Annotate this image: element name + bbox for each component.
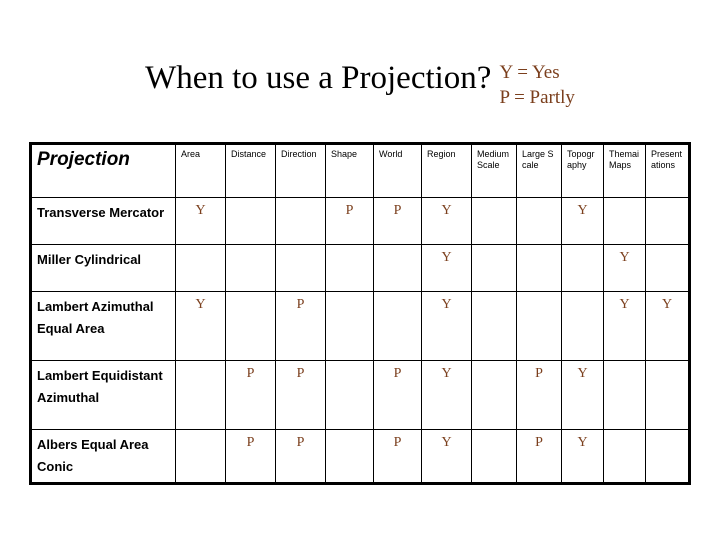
cell-value: P [275, 291, 326, 361]
row-label-projection-name: Transverse Mercator [29, 197, 176, 245]
cell-value: Y [603, 291, 646, 361]
page-title: When to use a Projection? [145, 60, 492, 96]
cell-value: Y [645, 291, 691, 361]
cell-value [471, 197, 517, 245]
cell-value: Y [421, 291, 472, 361]
table-row: Miller Cylindrical Y Y [29, 244, 691, 292]
cell-value [561, 244, 604, 292]
cell-value: Y [561, 197, 604, 245]
cell-value: P [516, 360, 562, 430]
row-label-projection-name: Lambert Azimuthal Equal Area [29, 291, 176, 361]
cell-value: P [373, 360, 422, 430]
cell-value: Y [603, 244, 646, 292]
cell-value [325, 244, 374, 292]
cell-value [471, 244, 517, 292]
column-header: Shape [325, 142, 374, 198]
cell-value [225, 197, 276, 245]
cell-value: Y [175, 291, 226, 361]
cell-value: P [325, 197, 374, 245]
cell-value [471, 291, 517, 361]
cell-value: Y [561, 360, 604, 430]
cell-value [275, 197, 326, 245]
cell-value [516, 197, 562, 245]
cell-value: Y [175, 197, 226, 245]
cell-value [175, 429, 226, 485]
cell-value [516, 244, 562, 292]
cell-value: P [373, 197, 422, 245]
cell-value: Y [421, 244, 472, 292]
cell-value [325, 291, 374, 361]
projection-matrix-wrapper: Projection Area Distance Direction Shape Worl… [29, 142, 691, 485]
title-block: When to use a Projection? Y = Yes P = Pa… [0, 58, 720, 110]
cell-value: Y [421, 197, 472, 245]
column-header: Area [175, 142, 226, 198]
cell-value: P [225, 429, 276, 485]
column-header: Presentations [645, 142, 691, 198]
cell-value [603, 360, 646, 430]
projection-matrix: Projection Area Distance Direction Shape Worl… [29, 142, 691, 485]
column-header: Medium Scale [471, 142, 517, 198]
cell-value: Y [561, 429, 604, 485]
cell-value [325, 429, 374, 485]
cell-value [275, 244, 326, 292]
row-label-projection-name: Miller Cylindrical [29, 244, 176, 292]
table-row: Transverse Mercator Y P P Y Y [29, 197, 691, 245]
cell-value [471, 429, 517, 485]
row-label-projection-name: Albers Equal Area Conic [29, 429, 176, 485]
table-row: Lambert Equidistant Azimuthal P P P Y P Y [29, 360, 691, 430]
cell-value: P [275, 360, 326, 430]
cell-value: P [225, 360, 276, 430]
row-label-projection-name: Lambert Equidistant Azimuthal [29, 360, 176, 430]
column-header-projection: Projection [29, 142, 176, 198]
table-row: Albers Equal Area Conic P P P Y P Y [29, 429, 691, 485]
cell-value [645, 429, 691, 485]
cell-value [325, 360, 374, 430]
legend-yes: Y = Yes [499, 62, 560, 83]
cell-value: P [275, 429, 326, 485]
cell-value [516, 291, 562, 361]
cell-value: P [373, 429, 422, 485]
cell-value [645, 360, 691, 430]
column-header: Themai Maps [603, 142, 646, 198]
cell-value [225, 291, 276, 361]
table-header-row: Projection Area Distance Direction Shape Worl… [29, 142, 691, 198]
cell-value [561, 291, 604, 361]
column-header: Region [421, 142, 472, 198]
cell-value [225, 244, 276, 292]
cell-value [645, 197, 691, 245]
cell-value: Y [421, 429, 472, 485]
column-header: Direction [275, 142, 326, 198]
cell-value: P [516, 429, 562, 485]
cell-value: Y [421, 360, 472, 430]
cell-value [645, 244, 691, 292]
cell-value [603, 197, 646, 245]
legend-partly: P = Partly [499, 87, 575, 108]
cell-value [175, 244, 226, 292]
column-header: Topography [561, 142, 604, 198]
column-header: Large Scale [516, 142, 562, 198]
cell-value [373, 244, 422, 292]
cell-value [373, 291, 422, 361]
legend-block: Y = Yes P = Partly [499, 60, 574, 110]
column-header: World [373, 142, 422, 198]
cell-value [603, 429, 646, 485]
cell-value [175, 360, 226, 430]
column-header: Distance [225, 142, 276, 198]
cell-value [471, 360, 517, 430]
table-row: Lambert Azimuthal Equal Area Y P Y Y Y [29, 291, 691, 361]
